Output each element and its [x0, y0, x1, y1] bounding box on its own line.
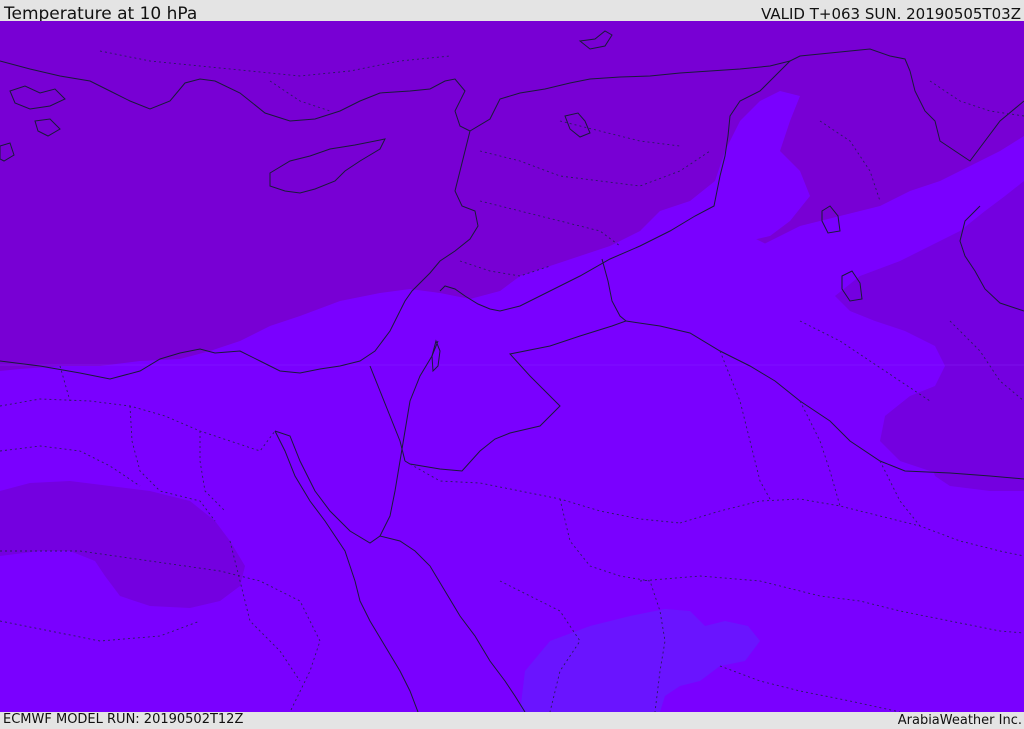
bottom-bar: ECMWF MODEL RUN: 20190502T12Z ArabiaWeat… [0, 712, 1024, 729]
credit-label: ArabiaWeather Inc. [897, 713, 1022, 728]
top-bar: Temperature at 10 hPa VALID T+063 SUN. 2… [0, 0, 1024, 24]
model-run-label: ECMWF MODEL RUN: 20190502T12Z [3, 712, 244, 727]
temperature-map [0, 21, 1024, 712]
